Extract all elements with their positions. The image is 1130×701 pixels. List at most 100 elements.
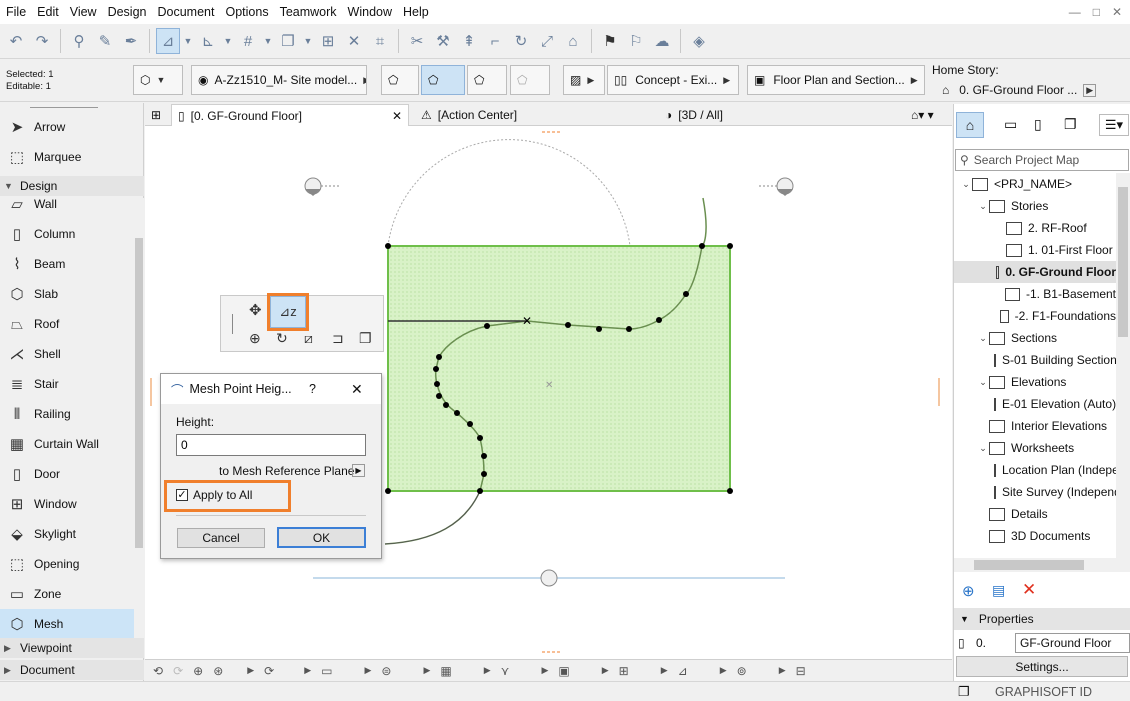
elevate-icon[interactable]: ⊐: [332, 330, 344, 347]
tool-roof[interactable]: ⏢ Roof: [0, 309, 134, 339]
tool-mesh[interactable]: ⬡ Mesh: [0, 609, 134, 639]
layer-selector[interactable]: ◉ A-Zz1510_M- Site model... ▶: [191, 65, 367, 95]
home-story-selector[interactable]: ⌂ 0. GF-Ground Floor ... ▶: [942, 81, 1108, 99]
story-name-input[interactable]: GF-Ground Floor: [1015, 633, 1130, 653]
reference-plane-arrow-button[interactable]: ▶: [352, 464, 365, 477]
arrow-right-icon[interactable]: ▶: [779, 665, 786, 676]
settings-icon[interactable]: ▤: [992, 582, 1005, 599]
menu-edit[interactable]: Edit: [35, 5, 68, 19]
graphisoft-id[interactable]: GRAPHISOFT ID: [995, 685, 1092, 699]
chevron-down-icon[interactable]: ⌄: [960, 179, 972, 190]
scale-icon[interactable]: ⊞: [316, 28, 340, 54]
properties-header[interactable]: ▼ Properties: [954, 608, 1130, 630]
pick-up-icon[interactable]: ⚲: [67, 28, 91, 54]
surface-selector[interactable]: ▯▯ Concept - Exi... ▶: [607, 65, 739, 95]
window-icon[interactable]: ❐: [958, 684, 970, 700]
mesh-structure-1-button[interactable]: ⬠: [381, 65, 419, 95]
building-material-button[interactable]: ▨ ▶: [563, 65, 605, 95]
arrow-right-icon[interactable]: ▶: [304, 665, 311, 676]
mesh-structure-4-button[interactable]: ⬠: [510, 65, 550, 95]
ok-button[interactable]: OK: [277, 527, 366, 548]
tree-item[interactable]: ⌄ Elevations: [954, 371, 1116, 393]
tree-item[interactable]: 2. RF-Roof: [954, 217, 1116, 239]
cloud-icon[interactable]: ☁: [650, 28, 674, 54]
tool-opening[interactable]: ⬚ Opening: [0, 549, 134, 579]
tree-horizontal-scrollbar[interactable]: [954, 558, 1130, 572]
guide-lines-icon[interactable]: ⊾: [196, 28, 220, 54]
redo-icon[interactable]: ↷: [30, 28, 54, 54]
dropdown-arrow-icon[interactable]: ▼: [182, 28, 194, 54]
tool-slab[interactable]: ⬡ Slab: [0, 279, 134, 309]
menu-document[interactable]: Document: [156, 5, 224, 19]
arrow-right-icon[interactable]: ▶: [484, 665, 491, 676]
tab-overview-icon[interactable]: ⊞: [145, 104, 169, 126]
zoom-fit-icon[interactable]: ⊛: [213, 664, 223, 678]
flag-icon[interactable]: ⚑: [598, 28, 622, 54]
menu-icon[interactable]: ☰▾: [1099, 114, 1129, 136]
chevron-down-icon[interactable]: ⌄: [977, 201, 989, 212]
mesh-element[interactable]: [387, 245, 731, 492]
tree-item[interactable]: -2. F1-Foundations: [954, 305, 1116, 327]
close-window-button[interactable]: ✕: [1112, 5, 1122, 19]
dialog-close-button[interactable]: ✕: [351, 381, 363, 398]
rotate-points-icon[interactable]: ↻: [276, 330, 288, 347]
dropdown-arrow-icon[interactable]: ▼: [222, 28, 234, 54]
arrow-right-icon[interactable]: ▶: [602, 665, 609, 676]
tool-beam[interactable]: ⌇ Beam: [0, 249, 134, 279]
dropdown-arrow-icon[interactable]: ▼: [302, 28, 314, 54]
section-marker[interactable]: [540, 569, 558, 587]
snap-guides-icon[interactable]: ⊿: [156, 28, 180, 54]
tool-skylight[interactable]: ⬙ Skylight: [0, 519, 134, 549]
menu-file[interactable]: File: [4, 5, 35, 19]
tool-column[interactable]: ▯ Column: [0, 219, 134, 249]
tree-item[interactable]: ⌄ Stories: [954, 195, 1116, 217]
help-button[interactable]: ?: [309, 382, 316, 396]
menu-view[interactable]: View: [68, 5, 106, 19]
delete-icon[interactable]: ✕: [1022, 580, 1036, 600]
zoom-selection-icon[interactable]: ⌗: [368, 28, 392, 54]
arrow-right-icon[interactable]: ▶: [247, 665, 254, 676]
scale-icon[interactable]: ▭: [321, 664, 332, 678]
tree-item[interactable]: E-01 Elevation (Auto): [954, 393, 1116, 415]
move-copy-icon[interactable]: ⊕: [249, 330, 261, 347]
partial-structure-icon[interactable]: ⊚: [737, 664, 747, 678]
tool-door[interactable]: ▯ Door: [0, 459, 134, 489]
renovation-icon[interactable]: ⊞: [619, 664, 629, 678]
project-map-search[interactable]: ⚲ Search Project Map: [955, 149, 1129, 171]
move-icon[interactable]: ✥: [249, 301, 262, 319]
maximize-button[interactable]: □: [1093, 5, 1100, 19]
chevron-down-icon[interactable]: ⌄: [977, 443, 989, 454]
tool-curtain-wall[interactable]: ▦ Curtain Wall: [0, 429, 134, 459]
tool-stair[interactable]: ≣ Stair: [0, 369, 134, 399]
structural-icon[interactable]: ⊿: [678, 664, 688, 678]
orientation-icon[interactable]: ⟳: [264, 664, 274, 678]
elevate-icon[interactable]: ⇞: [457, 28, 481, 54]
inject-icon[interactable]: ✒: [119, 28, 143, 54]
tree-vertical-scrollbar[interactable]: [1116, 173, 1130, 558]
floor-plan-display-selector[interactable]: ▣ Floor Plan and Section... ▶: [747, 65, 925, 95]
tree-item[interactable]: ⌄ <PRJ_NAME>: [954, 173, 1116, 195]
tree-item[interactable]: Interior Elevations: [954, 415, 1116, 437]
tree-item[interactable]: 0. GF-Ground Floor: [954, 261, 1116, 283]
tree-item[interactable]: 3D Documents: [954, 525, 1116, 547]
rotate-icon[interactable]: ↻: [509, 28, 533, 54]
cancel-button[interactable]: Cancel: [177, 528, 265, 548]
issues-icon[interactable]: ⚐: [624, 28, 648, 54]
eyedropper-icon[interactable]: ✎: [93, 28, 117, 54]
layers-icon[interactable]: ❐: [276, 28, 300, 54]
layout-book-icon[interactable]: ▯: [1034, 116, 1042, 133]
resize-icon[interactable]: ⤢: [535, 28, 559, 54]
dimension-icon[interactable]: ⊟: [796, 664, 806, 678]
menu-options[interactable]: Options: [223, 5, 277, 19]
fillet-icon[interactable]: ⌐: [483, 28, 507, 54]
grid-snap-icon[interactable]: #: [236, 28, 260, 54]
scrollbar-thumb[interactable]: [1118, 187, 1128, 337]
copy-icon[interactable]: ❐: [359, 330, 372, 347]
close-icon[interactable]: ✕: [392, 109, 402, 123]
dropdown-arrow-icon[interactable]: ▼: [262, 28, 274, 54]
scrollbar-thumb[interactable]: [974, 560, 1084, 570]
undo-icon[interactable]: ↶: [4, 28, 28, 54]
tab-3d[interactable]: ◑ [3D / All]: [659, 104, 899, 126]
override-icon[interactable]: ▣: [558, 664, 569, 678]
model-view-icon[interactable]: ⋎: [501, 664, 510, 678]
